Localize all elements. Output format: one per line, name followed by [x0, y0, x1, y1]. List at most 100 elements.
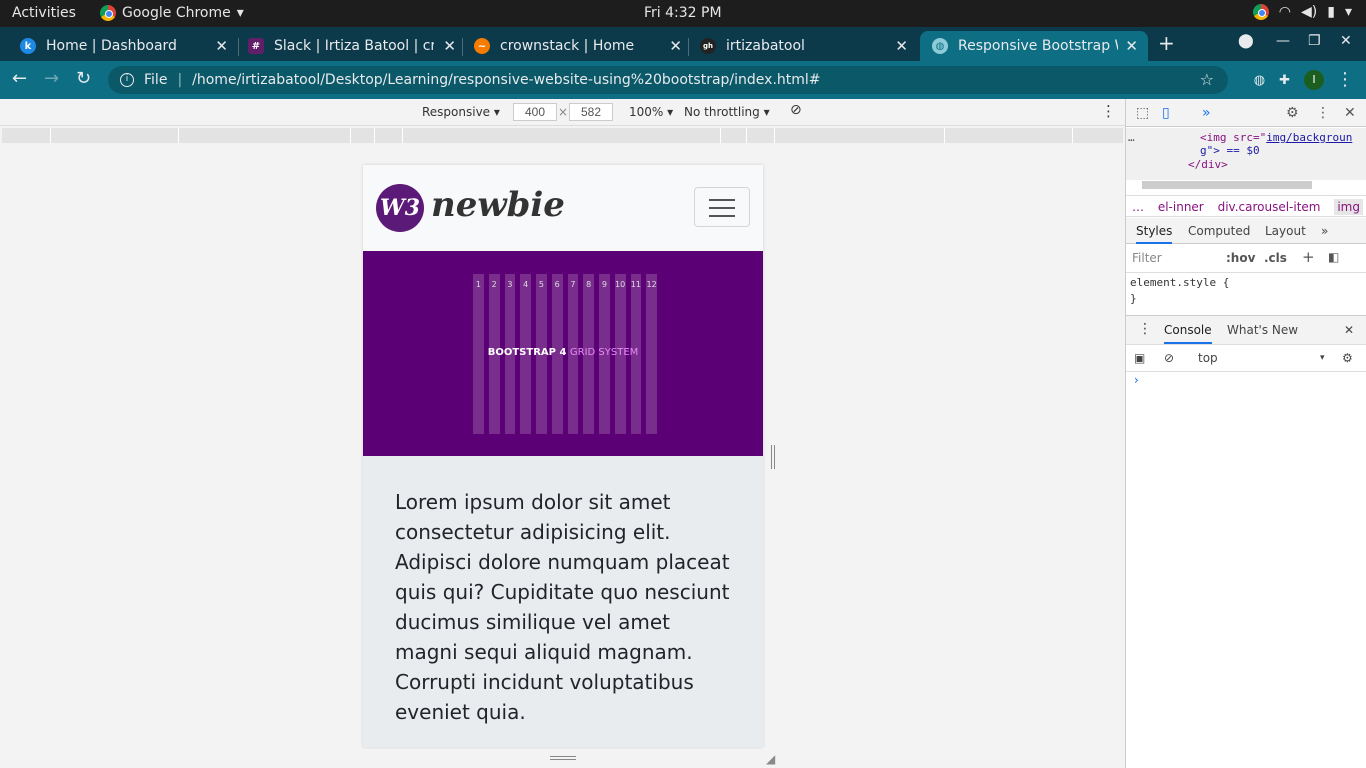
maximize-icon[interactable]: ❐: [1308, 33, 1321, 49]
tab-more[interactable]: »: [1321, 224, 1328, 238]
tab-computed[interactable]: Computed: [1188, 224, 1250, 238]
viewport-width-input[interactable]: [513, 103, 557, 121]
tab-title: Slack | Irtiza Batool | cro: [274, 38, 434, 54]
inspect-icon[interactable]: ⬚: [1136, 105, 1149, 121]
chrome-icon: [100, 5, 116, 21]
site-logo-text[interactable]: newbie: [431, 185, 565, 225]
context-select[interactable]: top: [1198, 351, 1218, 365]
activities-button[interactable]: Activities: [12, 5, 76, 21]
rotate-icon[interactable]: ⊘: [790, 102, 802, 118]
device-toggle-icon[interactable]: ▯: [1162, 105, 1170, 121]
tab-title: irtizabatool: [726, 38, 805, 54]
url-text[interactable]: /home/irtizabatool/Desktop/Learning/resp…: [192, 72, 820, 88]
tab-dashboard[interactable]: k Home | Dashboard ✕: [0, 31, 238, 61]
kebab-menu-icon[interactable]: ⋮: [1336, 69, 1354, 90]
info-icon[interactable]: i: [120, 73, 134, 87]
tab-layout[interactable]: Layout: [1265, 224, 1306, 238]
tab-whats-new[interactable]: What's New: [1227, 323, 1298, 337]
forward-icon[interactable]: →: [44, 68, 59, 89]
resize-corner-icon[interactable]: ◢: [766, 752, 775, 766]
reload-icon[interactable]: ↻: [76, 68, 91, 89]
extensions: ◍ ✚ I: [1254, 70, 1324, 90]
profile-avatar[interactable]: I: [1304, 70, 1324, 90]
bookmark-star-icon[interactable]: ☆: [1200, 70, 1214, 89]
console-settings-icon[interactable]: ⚙: [1342, 351, 1353, 365]
throttling-select[interactable]: No throttling ▾: [684, 105, 770, 119]
resize-handle-bottom[interactable]: [550, 756, 576, 760]
clock[interactable]: Fri 4:32 PM: [644, 5, 722, 21]
globe-extension-icon[interactable]: ◍: [1254, 73, 1265, 88]
site-logo-mark[interactable]: W3: [376, 184, 424, 232]
crownstack-icon: ~: [474, 38, 490, 54]
device-toolbar: Responsive ▾ × 100% ▾ No throttling ▾ ⊘ …: [0, 99, 1125, 126]
puzzle-icon[interactable]: ✚: [1279, 73, 1290, 88]
close-window-icon[interactable]: ✕: [1340, 33, 1352, 49]
tab-crownstack[interactable]: ~ crownstack | Home ✕: [454, 31, 692, 61]
tab-slack[interactable]: # Slack | Irtiza Batool | cro ✕: [228, 31, 466, 61]
navbar-toggler-button[interactable]: [694, 187, 750, 227]
code-line[interactable]: <img src="img/backgroun: [1200, 131, 1352, 144]
device-more-icon[interactable]: ⋮: [1101, 102, 1116, 120]
chevron-down-icon: ▾: [1344, 4, 1352, 20]
tab-title: Home | Dashboard: [46, 38, 177, 54]
resize-handle-right[interactable]: [771, 445, 775, 469]
cls-toggle[interactable]: .cls: [1264, 251, 1287, 265]
tab-search-icon[interactable]: ⬤: [1238, 33, 1254, 49]
device-mode-select[interactable]: Responsive ▾: [422, 105, 500, 119]
clear-console-icon[interactable]: ⊘: [1164, 351, 1174, 365]
media-query-ruler[interactable]: [2, 128, 1123, 143]
drawer-tabs: ⋮ Console What's New ✕: [1126, 315, 1366, 345]
crumb-item[interactable]: el-inner: [1158, 200, 1204, 214]
code-line[interactable]: </div>: [1188, 158, 1228, 171]
hov-toggle[interactable]: :hov: [1226, 251, 1255, 265]
minimize-icon[interactable]: —: [1276, 33, 1290, 49]
chrome-tray-icon[interactable]: [1252, 4, 1269, 20]
new-rule-icon[interactable]: +: [1302, 248, 1315, 266]
close-icon[interactable]: ✕: [1125, 37, 1138, 55]
zoom-select[interactable]: 100% ▾: [629, 105, 673, 119]
back-icon[interactable]: ←: [12, 68, 27, 89]
tab-title: Responsive Bootstrap W: [958, 38, 1118, 54]
close-icon[interactable]: ✕: [895, 37, 908, 55]
sidebar-toggle-icon[interactable]: ◧: [1328, 250, 1339, 264]
viewport-height-input[interactable]: [569, 103, 613, 121]
sidebar-icon[interactable]: ▣: [1134, 351, 1145, 365]
tab-styles[interactable]: Styles: [1136, 224, 1173, 244]
elements-tree[interactable]: … <img src="img/backgroun g"> == $0 </di…: [1126, 128, 1366, 180]
devtools-panel: ⬚ ▯ » ⚙ ⋮ ✕ … <img src="img/backgroun g"…: [1125, 99, 1366, 768]
system-tray[interactable]: ◠ ◀) ▮ ▾: [1252, 4, 1352, 20]
site-navbar: W3 newbie: [363, 165, 763, 251]
style-rules[interactable]: element.style { }: [1130, 275, 1229, 307]
carousel-image: 1 2 3 4 5 6 7 8 9 10 11 12 BOOTSTRAP 4 G…: [363, 251, 763, 456]
file-label: File: [144, 72, 168, 88]
drawer-close-icon[interactable]: ✕: [1344, 323, 1354, 337]
filter-input[interactable]: Filter: [1132, 251, 1162, 265]
more-panels-icon[interactable]: »: [1202, 105, 1211, 121]
crumb-item-selected[interactable]: img: [1334, 199, 1363, 215]
tab-responsive-bootstrap[interactable]: ◍ Responsive Bootstrap W ✕: [920, 31, 1148, 61]
close-icon[interactable]: ✕: [215, 37, 228, 55]
hamburger-icon: [709, 199, 735, 201]
console-prompt[interactable]: ›: [1134, 373, 1139, 387]
hero-title: BOOTSTRAP 4 GRID SYSTEM: [487, 347, 639, 358]
address-bar[interactable]: i File | /home/irtizabatool/Desktop/Lear…: [108, 66, 1228, 94]
drawer-menu-icon[interactable]: ⋮: [1138, 321, 1152, 337]
browser-toolbar: ← → ↻ i File | /home/irtizabatool/Deskto…: [0, 61, 1366, 99]
app-menu[interactable]: Google Chrome ▾: [100, 5, 244, 21]
devtools-menu-icon[interactable]: ⋮: [1316, 105, 1330, 121]
devtools-close-icon[interactable]: ✕: [1344, 105, 1356, 121]
separator: |: [177, 72, 183, 88]
crumb-ellipsis[interactable]: …: [1132, 200, 1144, 214]
new-tab-button[interactable]: +: [1158, 31, 1175, 55]
elements-scrollbar[interactable]: [1142, 181, 1312, 189]
settings-gear-icon[interactable]: ⚙: [1286, 105, 1299, 121]
ellipsis: …: [1128, 131, 1135, 144]
tab-github[interactable]: gh irtizabatool ✕: [680, 31, 918, 61]
rule-selector[interactable]: element.style {: [1130, 275, 1229, 291]
times-sign: ×: [558, 105, 569, 119]
console-toolbar: ▣ ⊘ top ▾ ⚙: [1126, 346, 1366, 372]
crumb-item[interactable]: div.carousel-item: [1218, 200, 1321, 214]
tab-console[interactable]: Console: [1164, 323, 1212, 344]
devtools-toolbar: ⬚ ▯ » ⚙ ⋮ ✕: [1126, 99, 1366, 127]
code-line[interactable]: g"> == $0: [1200, 144, 1260, 157]
